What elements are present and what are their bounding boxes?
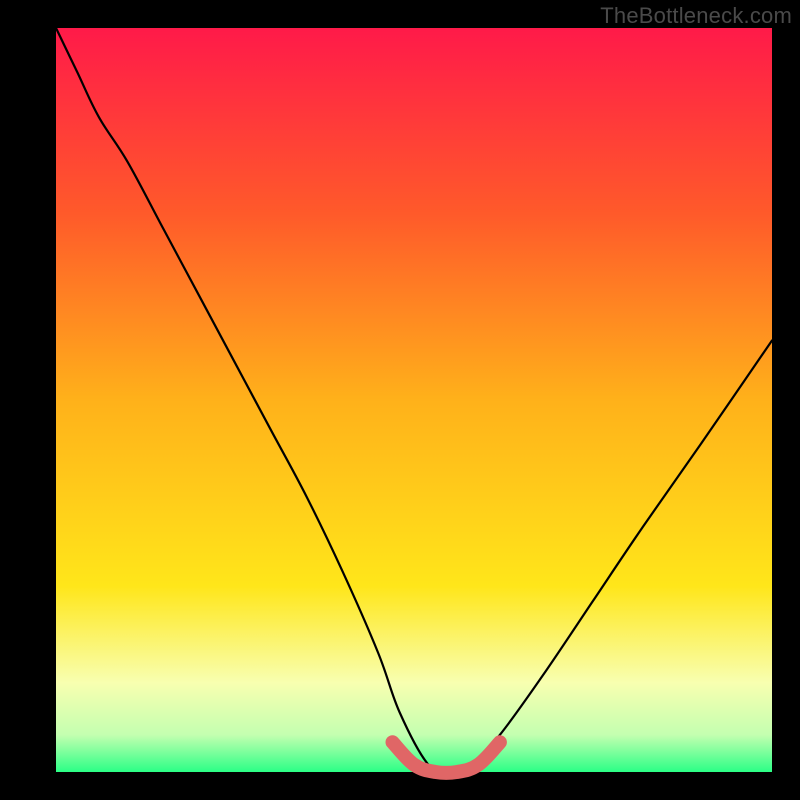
border-bottom [0, 772, 800, 800]
bottleneck-chart-svg [0, 0, 800, 800]
border-right [772, 0, 800, 800]
watermark-text: TheBottleneck.com [600, 3, 792, 29]
plot-background [56, 28, 772, 772]
border-left [0, 0, 56, 800]
chart-frame: TheBottleneck.com [0, 0, 800, 800]
